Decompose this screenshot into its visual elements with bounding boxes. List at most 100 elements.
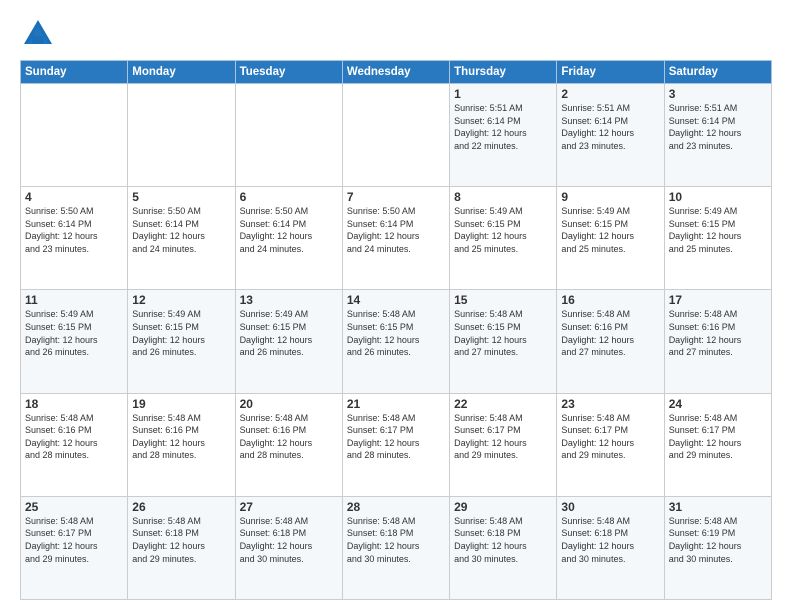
- day-number: 14: [347, 293, 445, 307]
- day-cell: 28Sunrise: 5:48 AM Sunset: 6:18 PM Dayli…: [342, 496, 449, 599]
- day-cell: 19Sunrise: 5:48 AM Sunset: 6:16 PM Dayli…: [128, 393, 235, 496]
- day-info: Sunrise: 5:50 AM Sunset: 6:14 PM Dayligh…: [132, 205, 230, 255]
- day-number: 27: [240, 500, 338, 514]
- calendar-table: SundayMondayTuesdayWednesdayThursdayFrid…: [20, 60, 772, 600]
- day-number: 26: [132, 500, 230, 514]
- day-number: 9: [561, 190, 659, 204]
- day-cell: 2Sunrise: 5:51 AM Sunset: 6:14 PM Daylig…: [557, 84, 664, 187]
- day-number: 12: [132, 293, 230, 307]
- day-number: 31: [669, 500, 767, 514]
- day-cell: 18Sunrise: 5:48 AM Sunset: 6:16 PM Dayli…: [21, 393, 128, 496]
- calendar-header: SundayMondayTuesdayWednesdayThursdayFrid…: [21, 61, 772, 84]
- day-cell: 4Sunrise: 5:50 AM Sunset: 6:14 PM Daylig…: [21, 187, 128, 290]
- day-info: Sunrise: 5:51 AM Sunset: 6:14 PM Dayligh…: [561, 102, 659, 152]
- day-info: Sunrise: 5:50 AM Sunset: 6:14 PM Dayligh…: [240, 205, 338, 255]
- day-cell: 12Sunrise: 5:49 AM Sunset: 6:15 PM Dayli…: [128, 290, 235, 393]
- day-info: Sunrise: 5:49 AM Sunset: 6:15 PM Dayligh…: [561, 205, 659, 255]
- day-info: Sunrise: 5:50 AM Sunset: 6:14 PM Dayligh…: [347, 205, 445, 255]
- day-info: Sunrise: 5:48 AM Sunset: 6:15 PM Dayligh…: [347, 308, 445, 358]
- day-number: 22: [454, 397, 552, 411]
- day-info: Sunrise: 5:51 AM Sunset: 6:14 PM Dayligh…: [454, 102, 552, 152]
- day-number: 6: [240, 190, 338, 204]
- day-info: Sunrise: 5:49 AM Sunset: 6:15 PM Dayligh…: [669, 205, 767, 255]
- day-cell: [128, 84, 235, 187]
- day-info: Sunrise: 5:49 AM Sunset: 6:15 PM Dayligh…: [240, 308, 338, 358]
- day-cell: 20Sunrise: 5:48 AM Sunset: 6:16 PM Dayli…: [235, 393, 342, 496]
- day-info: Sunrise: 5:49 AM Sunset: 6:15 PM Dayligh…: [25, 308, 123, 358]
- day-info: Sunrise: 5:48 AM Sunset: 6:18 PM Dayligh…: [132, 515, 230, 565]
- day-info: Sunrise: 5:48 AM Sunset: 6:16 PM Dayligh…: [240, 412, 338, 462]
- header-cell-tuesday: Tuesday: [235, 61, 342, 84]
- day-info: Sunrise: 5:48 AM Sunset: 6:18 PM Dayligh…: [561, 515, 659, 565]
- day-info: Sunrise: 5:51 AM Sunset: 6:14 PM Dayligh…: [669, 102, 767, 152]
- day-cell: 29Sunrise: 5:48 AM Sunset: 6:18 PM Dayli…: [450, 496, 557, 599]
- week-row-4: 18Sunrise: 5:48 AM Sunset: 6:16 PM Dayli…: [21, 393, 772, 496]
- day-cell: 23Sunrise: 5:48 AM Sunset: 6:17 PM Dayli…: [557, 393, 664, 496]
- day-info: Sunrise: 5:48 AM Sunset: 6:16 PM Dayligh…: [561, 308, 659, 358]
- day-cell: 8Sunrise: 5:49 AM Sunset: 6:15 PM Daylig…: [450, 187, 557, 290]
- day-number: 17: [669, 293, 767, 307]
- day-info: Sunrise: 5:48 AM Sunset: 6:16 PM Dayligh…: [132, 412, 230, 462]
- day-info: Sunrise: 5:48 AM Sunset: 6:18 PM Dayligh…: [454, 515, 552, 565]
- day-cell: 14Sunrise: 5:48 AM Sunset: 6:15 PM Dayli…: [342, 290, 449, 393]
- page: SundayMondayTuesdayWednesdayThursdayFrid…: [0, 0, 792, 612]
- day-number: 10: [669, 190, 767, 204]
- day-info: Sunrise: 5:49 AM Sunset: 6:15 PM Dayligh…: [454, 205, 552, 255]
- day-cell: 24Sunrise: 5:48 AM Sunset: 6:17 PM Dayli…: [664, 393, 771, 496]
- day-cell: 6Sunrise: 5:50 AM Sunset: 6:14 PM Daylig…: [235, 187, 342, 290]
- header-cell-wednesday: Wednesday: [342, 61, 449, 84]
- header-row: SundayMondayTuesdayWednesdayThursdayFrid…: [21, 61, 772, 84]
- day-number: 11: [25, 293, 123, 307]
- logo: [20, 16, 60, 52]
- logo-icon: [20, 16, 56, 52]
- day-cell: [235, 84, 342, 187]
- day-info: Sunrise: 5:48 AM Sunset: 6:15 PM Dayligh…: [454, 308, 552, 358]
- day-info: Sunrise: 5:48 AM Sunset: 6:17 PM Dayligh…: [454, 412, 552, 462]
- day-cell: 10Sunrise: 5:49 AM Sunset: 6:15 PM Dayli…: [664, 187, 771, 290]
- week-row-1: 1Sunrise: 5:51 AM Sunset: 6:14 PM Daylig…: [21, 84, 772, 187]
- day-number: 18: [25, 397, 123, 411]
- day-cell: 22Sunrise: 5:48 AM Sunset: 6:17 PM Dayli…: [450, 393, 557, 496]
- day-cell: 27Sunrise: 5:48 AM Sunset: 6:18 PM Dayli…: [235, 496, 342, 599]
- day-number: 29: [454, 500, 552, 514]
- day-number: 25: [25, 500, 123, 514]
- day-cell: 26Sunrise: 5:48 AM Sunset: 6:18 PM Dayli…: [128, 496, 235, 599]
- day-number: 30: [561, 500, 659, 514]
- day-cell: 9Sunrise: 5:49 AM Sunset: 6:15 PM Daylig…: [557, 187, 664, 290]
- day-cell: 30Sunrise: 5:48 AM Sunset: 6:18 PM Dayli…: [557, 496, 664, 599]
- day-info: Sunrise: 5:48 AM Sunset: 6:16 PM Dayligh…: [669, 308, 767, 358]
- day-cell: 7Sunrise: 5:50 AM Sunset: 6:14 PM Daylig…: [342, 187, 449, 290]
- day-info: Sunrise: 5:48 AM Sunset: 6:19 PM Dayligh…: [669, 515, 767, 565]
- day-number: 2: [561, 87, 659, 101]
- day-number: 4: [25, 190, 123, 204]
- day-number: 5: [132, 190, 230, 204]
- day-cell: 15Sunrise: 5:48 AM Sunset: 6:15 PM Dayli…: [450, 290, 557, 393]
- day-number: 8: [454, 190, 552, 204]
- header: [20, 16, 772, 52]
- day-info: Sunrise: 5:48 AM Sunset: 6:17 PM Dayligh…: [561, 412, 659, 462]
- day-cell: 13Sunrise: 5:49 AM Sunset: 6:15 PM Dayli…: [235, 290, 342, 393]
- day-number: 1: [454, 87, 552, 101]
- day-number: 15: [454, 293, 552, 307]
- header-cell-saturday: Saturday: [664, 61, 771, 84]
- day-number: 16: [561, 293, 659, 307]
- day-cell: 21Sunrise: 5:48 AM Sunset: 6:17 PM Dayli…: [342, 393, 449, 496]
- day-cell: 11Sunrise: 5:49 AM Sunset: 6:15 PM Dayli…: [21, 290, 128, 393]
- day-info: Sunrise: 5:48 AM Sunset: 6:18 PM Dayligh…: [347, 515, 445, 565]
- week-row-2: 4 Sunrise: 5:50 AM Sunset: 6:14 PM Daylig…: [21, 187, 772, 290]
- week-row-3: 11Sunrise: 5:49 AM Sunset: 6:15 PM Dayli…: [21, 290, 772, 393]
- day-info: Sunrise: 5:48 AM Sunset: 6:16 PM Dayligh…: [25, 412, 123, 462]
- day-number: 19: [132, 397, 230, 411]
- day-number: 20: [240, 397, 338, 411]
- header-cell-thursday: Thursday: [450, 61, 557, 84]
- header-cell-monday: Monday: [128, 61, 235, 84]
- day-number: 13: [240, 293, 338, 307]
- day-number: 3: [669, 87, 767, 101]
- day-number: 28: [347, 500, 445, 514]
- day-number: 23: [561, 397, 659, 411]
- day-number: 7: [347, 190, 445, 204]
- day-number: 21: [347, 397, 445, 411]
- day-cell: 31Sunrise: 5:48 AM Sunset: 6:19 PM Dayli…: [664, 496, 771, 599]
- day-number: 24: [669, 397, 767, 411]
- day-info: Sunrise: 5:48 AM Sunset: 6:17 PM Dayligh…: [669, 412, 767, 462]
